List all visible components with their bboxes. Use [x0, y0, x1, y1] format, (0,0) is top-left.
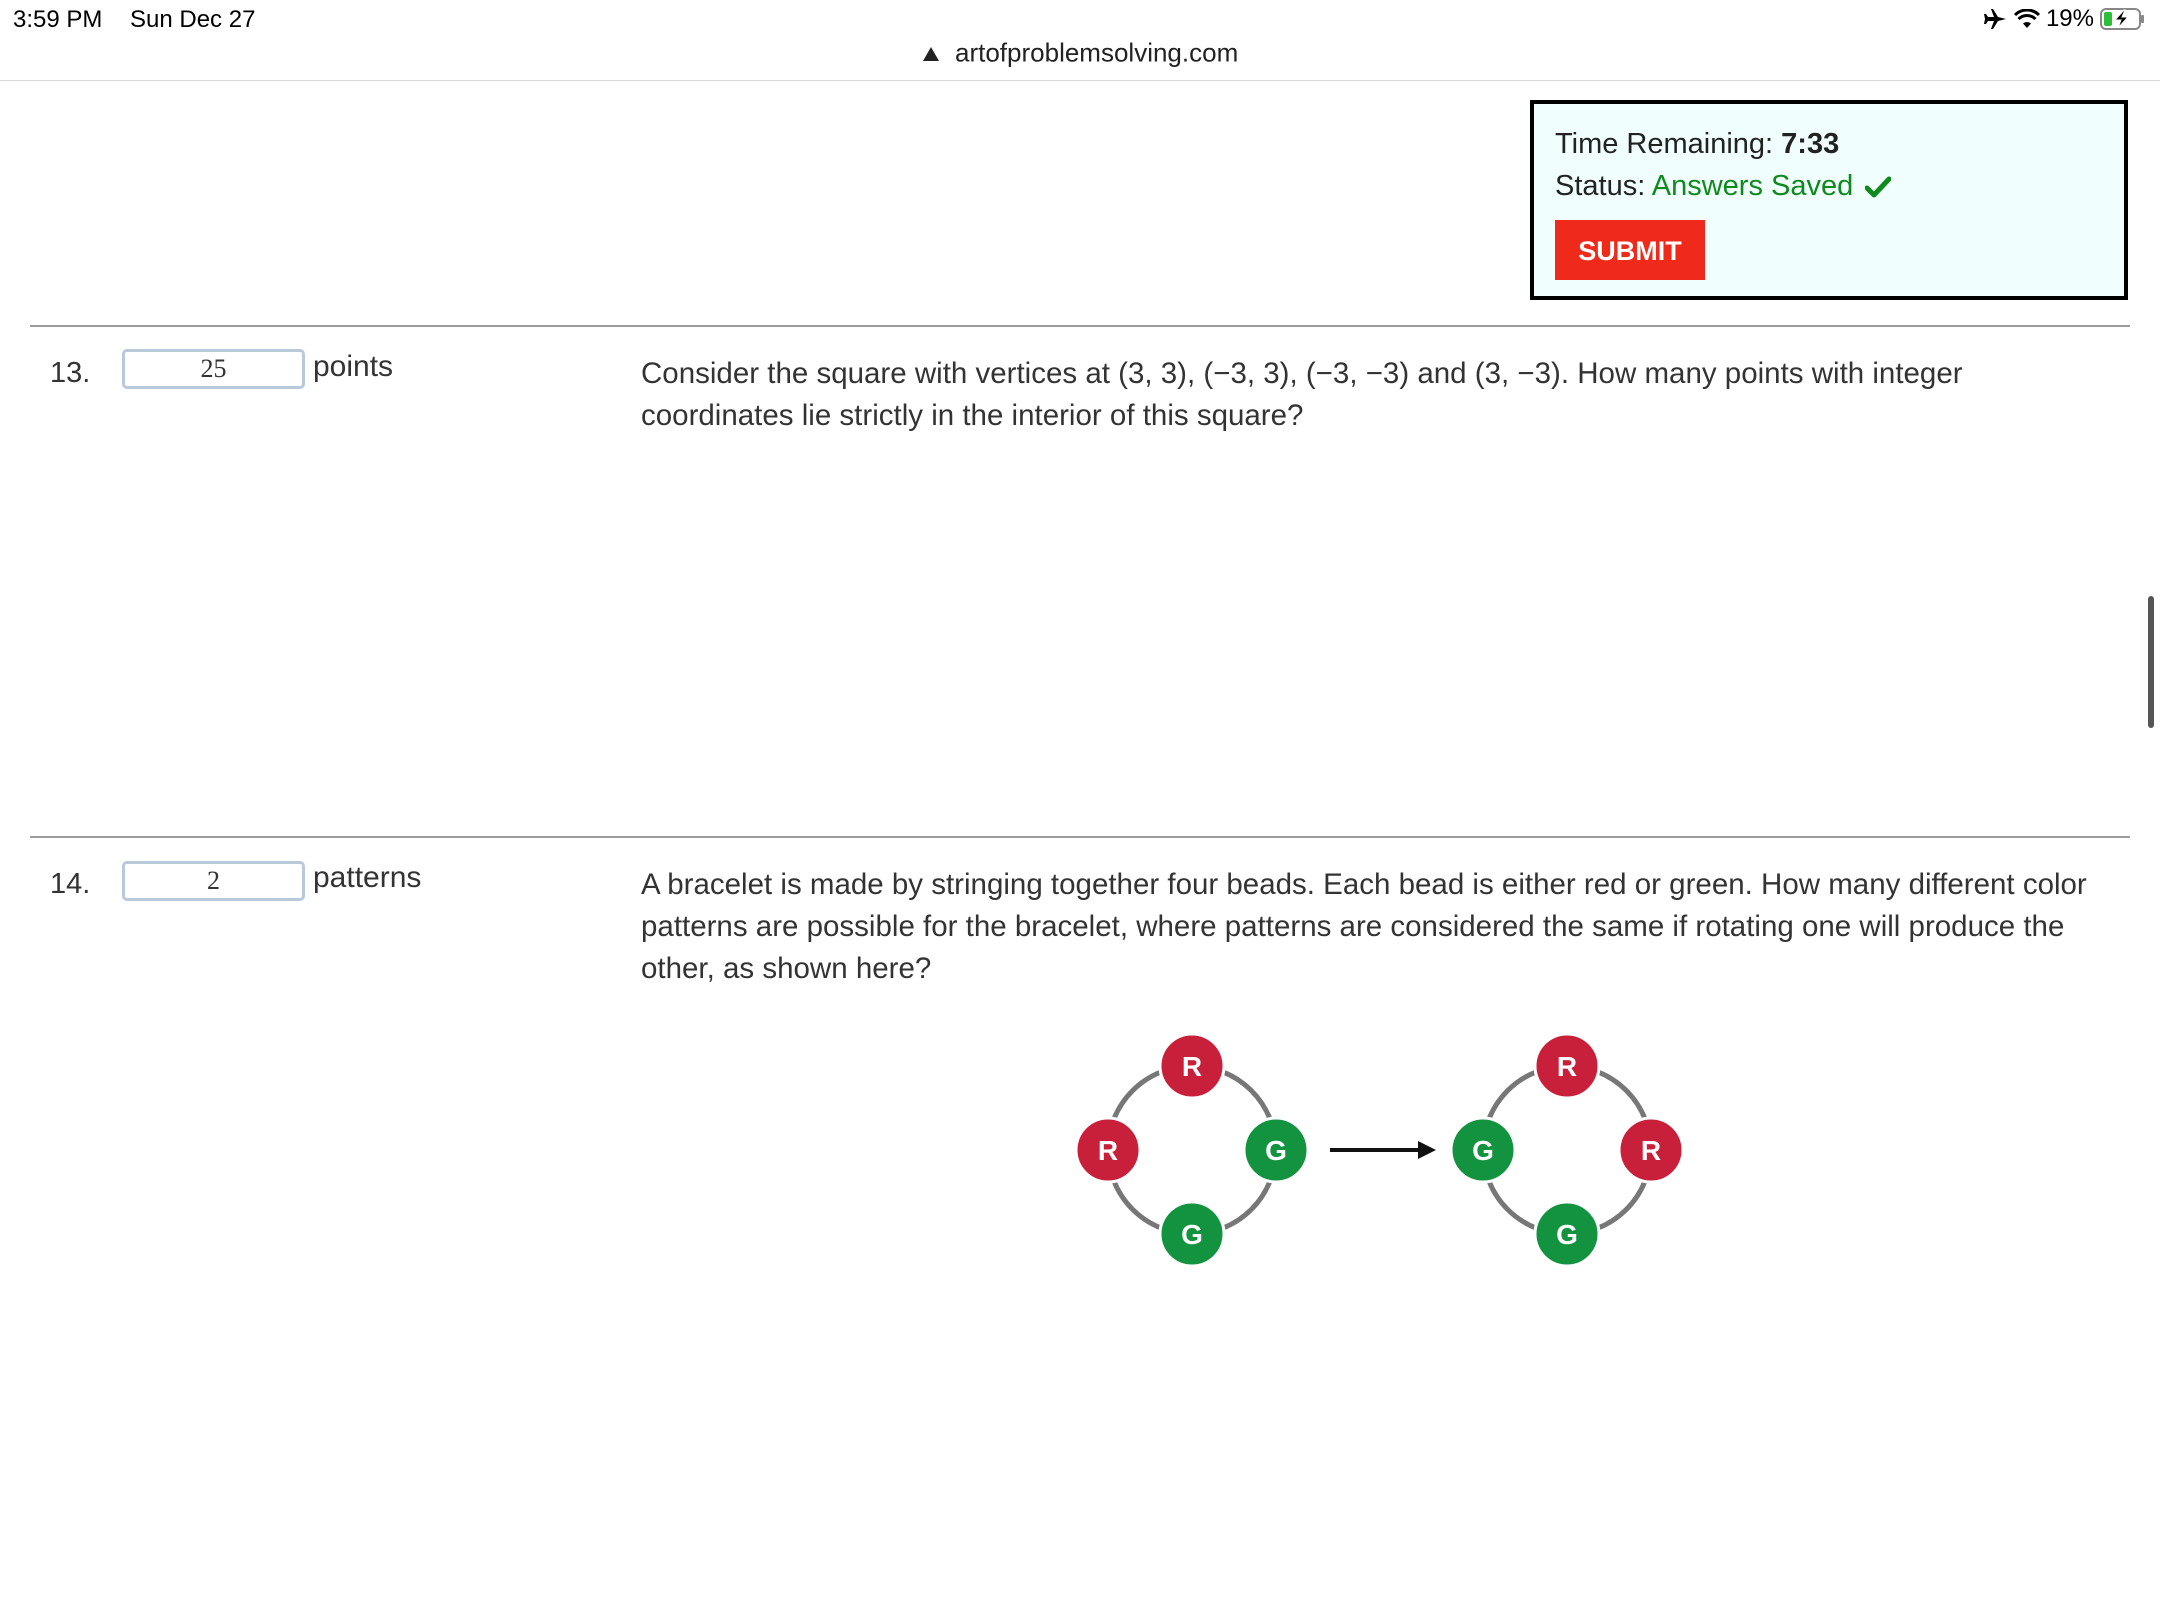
bead-top: R: [1533, 1032, 1601, 1100]
bracelet-diagram: R R G G R G R G: [1074, 1032, 1685, 1268]
bracelet-figure: R R G G R G R G: [1070, 1030, 1690, 1270]
warning-icon: [922, 38, 940, 69]
answer-input[interactable]: [122, 349, 305, 389]
right-bracelet: R G R G: [1449, 1032, 1685, 1268]
rotation-arrow-icon: [1330, 1141, 1436, 1159]
left-bracelet: R R G G: [1074, 1032, 1310, 1268]
bead-left: G: [1449, 1116, 1517, 1184]
status-label: Status:: [1555, 170, 1646, 202]
svg-text:G: G: [1181, 1219, 1203, 1250]
scrollbar[interactable]: [2148, 596, 2154, 728]
answer-unit: points: [313, 350, 394, 383]
battery-percentage: 19%: [2045, 5, 2094, 32]
answer-unit: patterns: [313, 861, 422, 894]
question-divider: [30, 325, 2130, 327]
svg-text:R: R: [1182, 1051, 1202, 1082]
svg-text:R: R: [1557, 1051, 1577, 1082]
status-row: Status: Answers Saved: [1555, 170, 1892, 206]
site-domain: artofproblemsolving.com: [955, 37, 1239, 68]
clock-date: Sun Dec 27: [130, 6, 256, 33]
question-text: A bracelet is made by stringing together…: [641, 868, 2087, 985]
wifi-icon: [2013, 9, 2040, 29]
bead-bottom: G: [1533, 1200, 1601, 1268]
time-remaining-row: Time Remaining: 7:33: [1555, 128, 1839, 161]
address-bar[interactable]: artofproblemsolving.com: [0, 36, 2160, 80]
submit-button[interactable]: SUBMIT: [1555, 220, 1705, 280]
status-bar: 3:59 PM Sun Dec 27 19%: [0, 0, 2160, 40]
question-number: 13.: [50, 357, 91, 389]
svg-text:R: R: [1098, 1135, 1118, 1166]
answer-input[interactable]: [122, 861, 305, 901]
battery-charging-icon: [2100, 7, 2146, 31]
status-value: Answers Saved: [1651, 170, 1854, 202]
svg-text:R: R: [1641, 1135, 1661, 1166]
time-remaining-value: 7:33: [1781, 128, 1840, 160]
toolbar-divider: [0, 80, 2160, 81]
bead-bottom: G: [1158, 1200, 1226, 1268]
status-indicators: 19%: [1983, 5, 2146, 33]
time-remaining-label: Time Remaining:: [1555, 128, 1774, 160]
question-text: Consider the square with vertices at (3,…: [641, 357, 1963, 432]
checkmark-icon: [1864, 173, 1892, 206]
bead-top: R: [1158, 1032, 1226, 1100]
question-number: 14.: [50, 868, 91, 900]
bead-right: G: [1242, 1116, 1310, 1184]
airplane-mode-icon: [1983, 8, 2008, 30]
bead-left: R: [1074, 1116, 1142, 1184]
timer-panel: Time Remaining: 7:33 Status: Answers Sav…: [1530, 100, 2128, 300]
svg-text:G: G: [1556, 1219, 1578, 1250]
svg-text:G: G: [1265, 1135, 1287, 1166]
bead-right: R: [1617, 1116, 1685, 1184]
clock-time: 3:59 PM: [13, 6, 103, 33]
svg-text:G: G: [1472, 1135, 1494, 1166]
question-divider: [30, 836, 2130, 838]
